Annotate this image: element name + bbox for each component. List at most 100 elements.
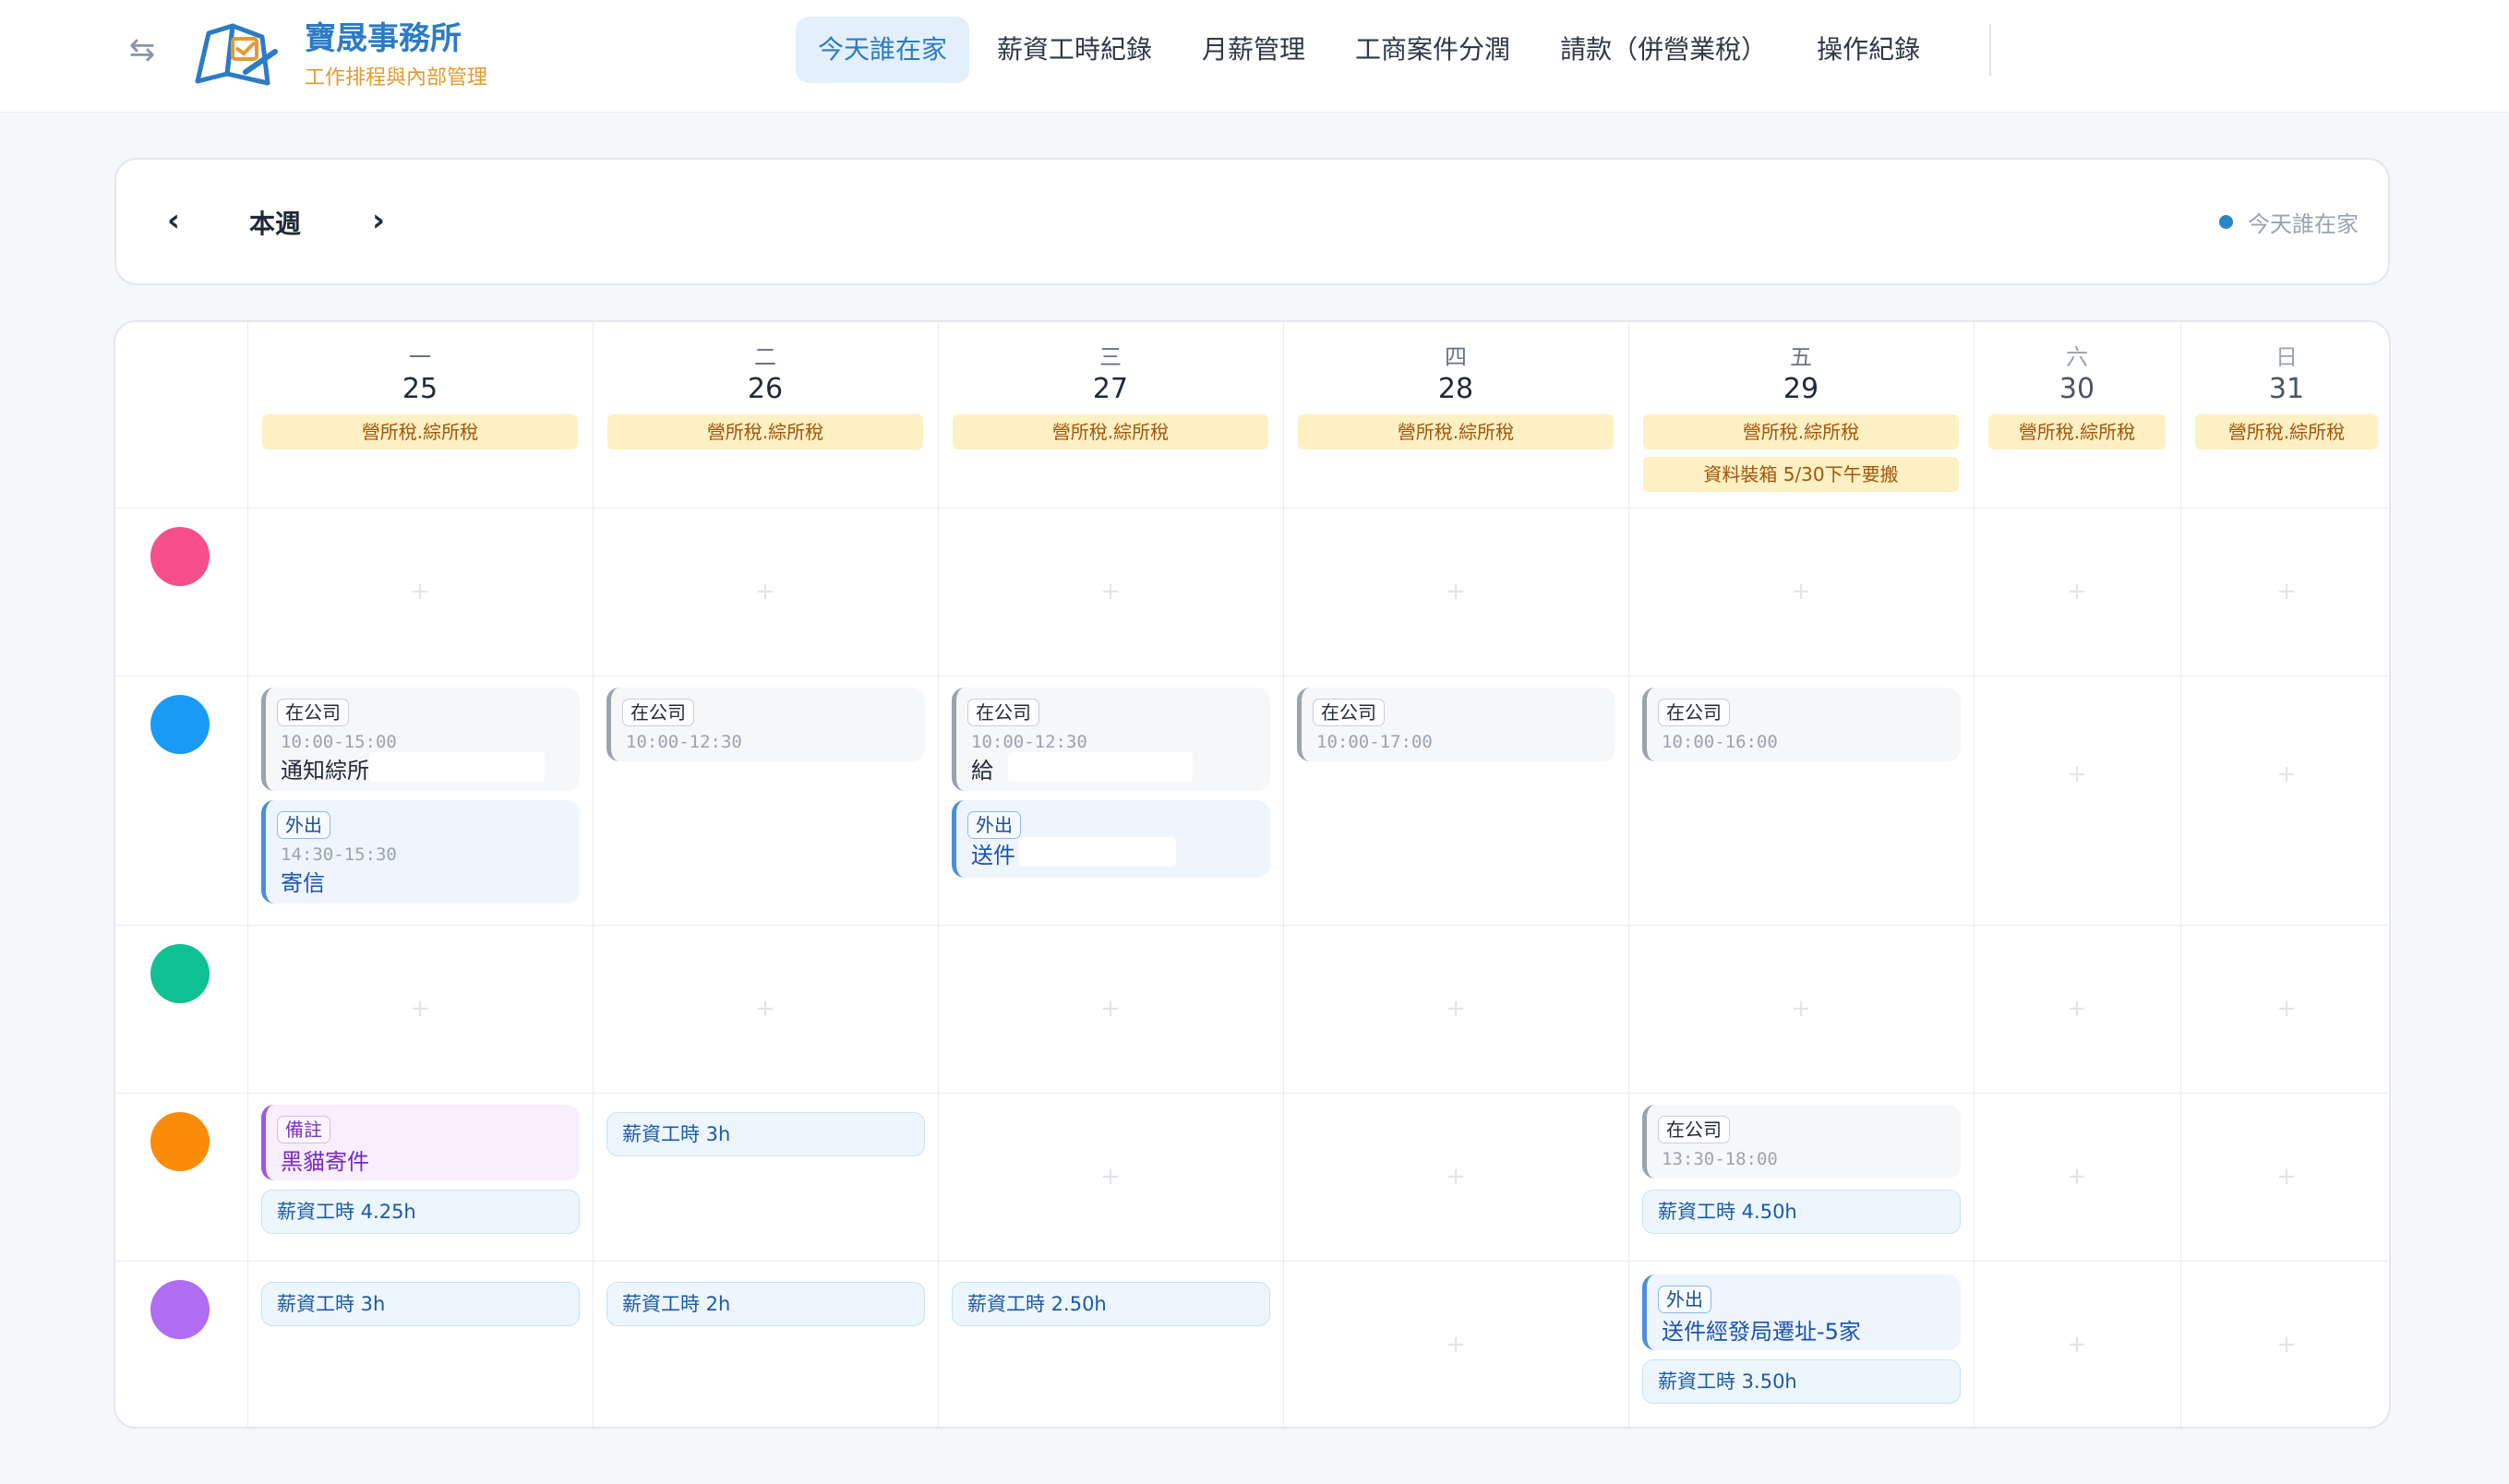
avatar[interactable] <box>150 1112 210 1171</box>
event-time: 13:30-18:00 <box>1662 1149 1778 1169</box>
prev-week-icon[interactable]: ‹ <box>155 202 192 239</box>
avatar[interactable] <box>150 527 210 586</box>
avatar[interactable] <box>150 944 210 1003</box>
event-type-badge: 在公司 <box>622 699 694 726</box>
add-icon[interactable]: + <box>406 578 434 605</box>
add-icon[interactable]: + <box>2063 1331 2091 1358</box>
event-title: 給 <box>971 758 993 784</box>
add-icon[interactable]: + <box>1442 1331 1470 1358</box>
salary-hours-chip[interactable]: 薪資工時 3.50h <box>1642 1359 1961 1404</box>
redacted-block <box>1008 752 1193 782</box>
schedule-event[interactable]: 備註 黑貓寄件 <box>261 1105 580 1180</box>
top-bar: ⇆ 寶晟事務所 工作排程與內部管理 今天誰在家 薪資工時紀錄 月薪管理 工商案件… <box>0 0 2509 113</box>
event-title: 送件 <box>971 843 1015 868</box>
main-nav: 今天誰在家 薪資工時紀錄 月薪管理 工商案件分潤 請款（併營業稅） 操作紀錄 <box>796 17 1948 83</box>
schedule-event[interactable]: 外出 送件 <box>952 800 1270 878</box>
schedule-event[interactable]: 外出 送件經發局遷址-5家 <box>1642 1275 1961 1350</box>
add-icon[interactable]: + <box>2273 1163 2300 1191</box>
nav-tab-home[interactable]: 今天誰在家 <box>796 17 970 83</box>
add-icon[interactable]: + <box>1442 995 1470 1023</box>
salary-hours-chip[interactable]: 薪資工時 3h <box>261 1282 580 1326</box>
event-time: 10:00-12:30 <box>626 732 742 752</box>
nav-tab-salary-hours[interactable]: 薪資工時紀錄 <box>975 17 1174 83</box>
add-icon[interactable]: + <box>406 995 434 1023</box>
day-tag[interactable]: 營所稅.綜所稅 <box>2195 414 2378 449</box>
schedule-event[interactable]: 外出 14:30-15:30 寄信 <box>261 800 580 904</box>
logo-icon <box>195 23 278 86</box>
week-calendar: 一 25 營所稅.綜所稅 二 26 營所稅.綜所稅 三 27 營所稅.綜所稅 四… <box>114 320 2391 1429</box>
add-icon[interactable]: + <box>1442 578 1470 605</box>
nav-tab-monthly-salary[interactable]: 月薪管理 <box>1180 17 1327 83</box>
day-of-week: 四 <box>1445 344 1467 370</box>
day-tag[interactable]: 營所稅.綜所稅 <box>1643 414 1959 449</box>
schedule-event[interactable]: 在公司 10:00-15:00 通知綜所 <box>261 688 580 791</box>
sidebar-toggle-icon[interactable]: ⇆ <box>124 31 161 68</box>
add-icon[interactable]: + <box>1787 995 1815 1023</box>
schedule-event[interactable]: 在公司 10:00-12:30 給 <box>952 688 1270 791</box>
grid-line <box>115 1261 2389 1262</box>
salary-hours-chip[interactable]: 薪資工時 4.25h <box>261 1190 580 1234</box>
day-tag[interactable]: 營所稅.綜所稅 <box>1298 414 1614 449</box>
event-type-badge: 在公司 <box>1658 699 1730 726</box>
add-icon[interactable]: + <box>751 995 779 1023</box>
redacted-block <box>369 752 545 782</box>
add-icon[interactable]: + <box>2273 760 2300 788</box>
add-icon[interactable]: + <box>2273 995 2300 1023</box>
day-header-mon: 一 25 營所稅.綜所稅 <box>247 322 593 507</box>
day-number: 25 <box>402 373 438 405</box>
add-icon[interactable]: + <box>2273 1331 2300 1358</box>
add-icon[interactable]: + <box>1097 578 1124 605</box>
legend-dot-icon <box>2219 215 2233 229</box>
add-icon[interactable]: + <box>1097 1163 1124 1191</box>
add-icon[interactable]: + <box>1097 995 1124 1023</box>
salary-hours-chip[interactable]: 薪資工時 2h <box>606 1282 925 1326</box>
day-header-wed: 三 27 營所稅.綜所稅 <box>938 322 1283 507</box>
schedule-event[interactable]: 在公司 13:30-18:00 <box>1642 1105 1961 1179</box>
grid-line <box>115 508 2389 509</box>
event-type-badge: 外出 <box>277 811 330 839</box>
day-tag[interactable]: 營所稅.綜所稅 <box>1988 414 2166 449</box>
day-header-sun: 日 31 營所稅.綜所稅 <box>2180 322 2389 507</box>
schedule-event[interactable]: 在公司 10:00-12:30 <box>606 688 925 761</box>
nav-tab-activity-log[interactable]: 操作紀錄 <box>1795 17 1942 83</box>
add-icon[interactable]: + <box>2063 1163 2091 1191</box>
add-icon[interactable]: + <box>2273 578 2300 605</box>
add-icon[interactable]: + <box>2063 995 2091 1023</box>
day-header-fri: 五 29 營所稅.綜所稅 資料裝箱 5/30下午要搬 <box>1628 322 1974 507</box>
day-of-week: 二 <box>754 344 776 370</box>
add-icon[interactable]: + <box>2063 760 2091 788</box>
avatar[interactable] <box>150 695 210 754</box>
event-type-badge: 外出 <box>1658 1286 1711 1313</box>
schedule-event[interactable]: 在公司 10:00-17:00 <box>1297 688 1615 761</box>
event-time: 10:00-15:00 <box>281 732 397 752</box>
day-number: 28 <box>1437 373 1474 405</box>
day-number: 30 <box>2059 373 2095 405</box>
nav-tab-commission[interactable]: 工商案件分潤 <box>1333 17 1532 83</box>
day-number: 27 <box>1092 373 1129 405</box>
legend: 今天誰在家 <box>2219 206 2359 238</box>
day-tag[interactable]: 營所稅.綜所稅 <box>607 414 923 449</box>
week-label: 本週 <box>249 209 302 239</box>
event-time: 10:00-17:00 <box>1316 732 1433 752</box>
event-time: 10:00-12:30 <box>971 732 1087 752</box>
salary-hours-chip[interactable]: 薪資工時 2.50h <box>952 1282 1270 1326</box>
schedule-event[interactable]: 在公司 10:00-16:00 <box>1642 688 1961 761</box>
salary-hours-chip[interactable]: 薪資工時 3h <box>606 1112 925 1156</box>
nav-tab-billing[interactable]: 請款（併營業稅） <box>1538 17 1789 83</box>
event-type-badge: 外出 <box>967 811 1021 839</box>
day-tag[interactable]: 營所稅.綜所稅 <box>262 414 578 449</box>
day-tag[interactable]: 資料裝箱 5/30下午要搬 <box>1643 457 1959 492</box>
add-icon[interactable]: + <box>1442 1163 1470 1191</box>
avatar[interactable] <box>150 1280 210 1339</box>
day-tag[interactable]: 營所稅.綜所稅 <box>953 414 1268 449</box>
salary-hours-chip[interactable]: 薪資工時 4.50h <box>1642 1190 1961 1234</box>
day-of-week: 五 <box>1790 344 1812 370</box>
add-icon[interactable]: + <box>2063 578 2091 605</box>
event-type-badge: 在公司 <box>1313 699 1385 726</box>
next-week-icon[interactable]: › <box>360 202 397 239</box>
event-type-badge: 備註 <box>277 1116 330 1143</box>
add-icon[interactable]: + <box>1787 578 1815 605</box>
add-icon[interactable]: + <box>751 578 779 605</box>
day-of-week: 日 <box>2275 344 2298 370</box>
brand-subtitle: 工作排程與內部管理 <box>305 66 488 90</box>
